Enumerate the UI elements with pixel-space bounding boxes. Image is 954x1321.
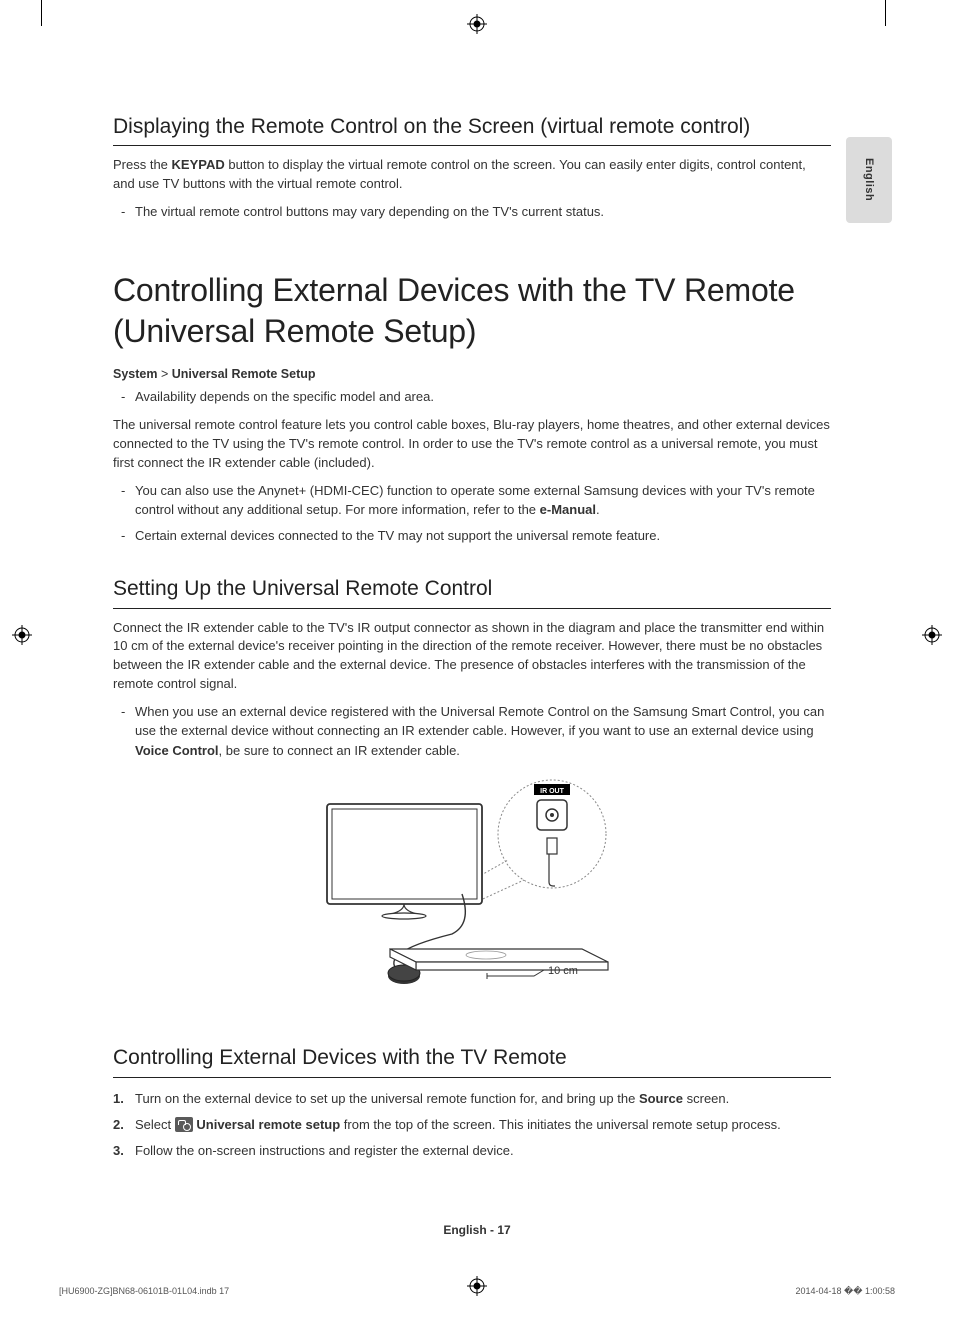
- voice-control-label: Voice Control: [135, 743, 219, 758]
- breadcrumb: System > Universal Remote Setup: [113, 367, 831, 381]
- language-label: English: [863, 158, 875, 201]
- source-label: Source: [639, 1091, 683, 1106]
- list-item: When you use an external device register…: [113, 702, 831, 761]
- slug-date: 2014-04-18 �� 1:00:58: [795, 1286, 895, 1297]
- list-item: You can also use the Anynet+ (HDMI-CEC) …: [113, 481, 831, 520]
- slug-file: [HU6900-ZG]BN68-06101B-01L04.indb 17: [59, 1286, 229, 1297]
- emanual-label: e-Manual: [540, 502, 596, 517]
- paragraph: Connect the IR extender cable to the TV'…: [113, 619, 831, 694]
- universal-remote-setup-label: Universal remote setup: [196, 1117, 340, 1132]
- step-item: Select Universal remote setup from the t…: [113, 1114, 831, 1136]
- list-item: The virtual remote control buttons may v…: [113, 202, 831, 222]
- paragraph: The universal remote control feature let…: [113, 416, 831, 473]
- step-item: Turn on the external device to set up th…: [113, 1088, 831, 1110]
- list-item: Certain external devices connected to th…: [113, 526, 831, 546]
- step-item: Follow the on-screen instructions and re…: [113, 1140, 831, 1162]
- main-heading-universal-remote: Controlling External Devices with the TV…: [113, 270, 831, 353]
- section-heading-virtual-remote: Displaying the Remote Control on the Scr…: [113, 113, 831, 146]
- ir-out-label: IR OUT: [540, 788, 564, 795]
- section-heading-setup: Setting Up the Universal Remote Control: [113, 575, 831, 608]
- language-tab: English: [846, 137, 892, 223]
- registration-mark-icon: [922, 625, 942, 645]
- keypad-label: KEYPAD: [172, 157, 225, 172]
- section-heading-controlling: Controlling External Devices with the TV…: [113, 1044, 831, 1077]
- universal-remote-setup-icon: [175, 1117, 193, 1132]
- paragraph: Press the KEYPAD button to display the v…: [113, 156, 831, 194]
- distance-label: 10 cm: [548, 965, 578, 977]
- ir-extender-diagram: IR OUT: [113, 774, 831, 998]
- page-footer: English - 17: [0, 1223, 954, 1237]
- print-slug: [HU6900-ZG]BN68-06101B-01L04.indb 17 201…: [59, 1286, 895, 1297]
- registration-mark-icon: [12, 625, 32, 645]
- crop-mark: [41, 0, 42, 26]
- page-content: Displaying the Remote Control on the Scr…: [113, 113, 831, 1168]
- list-item: Availability depends on the specific mod…: [113, 387, 831, 407]
- registration-mark-icon: [467, 14, 487, 34]
- crop-mark: [885, 0, 886, 26]
